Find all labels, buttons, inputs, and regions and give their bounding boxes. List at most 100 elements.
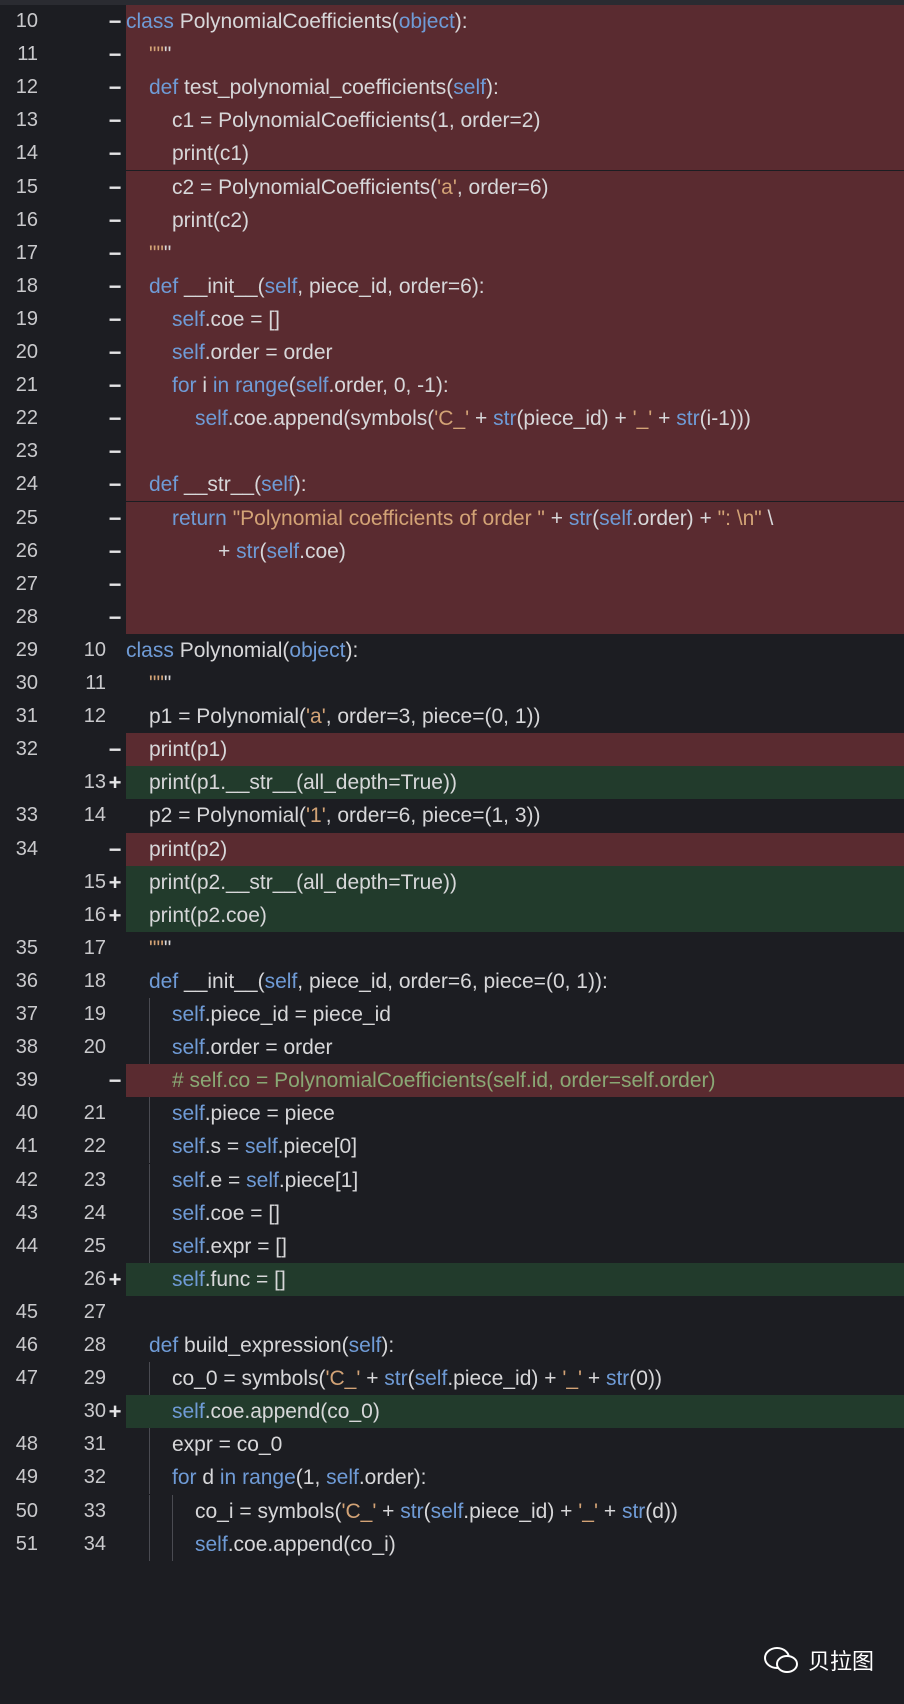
- code-text: print(c1): [126, 137, 904, 171]
- deleted-line: 18 − def __init__(self, piece_id, order=6)…: [0, 269, 904, 303]
- code-text: p1 = Polynomial('a', order=3, piece=(0, …: [149, 705, 541, 729]
- new-line-number: [48, 1064, 106, 1097]
- old-line-number: 22: [15, 407, 38, 430]
- new-line-number: 11: [85, 672, 106, 694]
- deleted-line: 12 − def test_polynomial_coefficients(self…: [0, 71, 904, 105]
- indent-guide: [149, 998, 150, 1032]
- old-line-number: 16: [15, 208, 38, 231]
- code-text: self.coe.append(co_0): [126, 1395, 904, 1429]
- code-text: c1 = PolynomialCoefficients(1, order=2): [126, 104, 904, 138]
- context-line: 46 28 def build_expression(self):: [0, 1329, 904, 1362]
- old-line-number: 25: [15, 506, 38, 529]
- code-text: self.piece = piece: [126, 1097, 904, 1131]
- context-line: 36 18 def __init__(self, piece_id, order=6…: [0, 965, 904, 998]
- code-text: # self.co = PolynomialCoefficients(self.…: [126, 1064, 904, 1098]
- code-text: def build_expression(self):: [149, 1334, 395, 1357]
- old-line-number: 24: [15, 473, 38, 496]
- removed-marker: −: [108, 174, 122, 200]
- old-line-number: 44: [15, 1234, 38, 1257]
- old-line-number: 19: [15, 307, 38, 330]
- code-text: [126, 435, 904, 469]
- code-text: self.expr = []: [126, 1229, 904, 1263]
- old-line-number: 26: [15, 539, 38, 562]
- old-line-number: 38: [15, 1036, 38, 1059]
- removed-marker: −: [108, 836, 122, 862]
- deleted-line: 20 − self.order = order: [0, 336, 904, 370]
- code-text: co_0 = symbols('C_' + str(self.piece_id)…: [126, 1362, 904, 1396]
- context-line: 33 14 p2 = Polynomial('1', order=6, piece=…: [0, 799, 904, 832]
- removed-marker: −: [108, 373, 122, 399]
- removed-marker: −: [108, 108, 122, 134]
- new-line-number: 28: [83, 1334, 106, 1356]
- old-line-number: 51: [15, 1532, 38, 1555]
- code-text: def __str__(self):: [126, 468, 904, 502]
- old-line-number: [0, 1263, 38, 1296]
- new-line-number: [48, 336, 106, 369]
- no-marker: [106, 1362, 124, 1395]
- new-line-number: 26: [83, 1267, 106, 1290]
- no-marker: [106, 1197, 124, 1230]
- no-marker: [106, 1097, 124, 1130]
- new-line-number: [48, 601, 106, 634]
- context-line: 38 20 self.order = order: [0, 1031, 904, 1065]
- no-marker: [106, 1528, 124, 1561]
- new-line-number: 34: [83, 1532, 106, 1555]
- removed-marker: −: [108, 75, 122, 101]
- deleted-line: 23 −: [0, 435, 904, 469]
- new-line-number: 23: [83, 1168, 106, 1191]
- indent-guide: [149, 1494, 150, 1528]
- code-text: def test_polynomial_coefficients(self):: [126, 71, 904, 105]
- no-marker: [106, 1428, 124, 1461]
- code-text: def __init__(self, piece_id, order=6, pi…: [149, 969, 608, 993]
- context-line: 47 29 co_0 = symbols('C_' + str(self.piece…: [0, 1362, 904, 1396]
- old-line-number: 39: [15, 1069, 38, 1092]
- added-marker: +: [108, 1266, 122, 1292]
- removed-marker: −: [108, 207, 122, 233]
- code-text: print(p2): [126, 832, 904, 866]
- context-line: 29 10 class Polynomial(object):: [0, 634, 904, 667]
- context-line: 41 22 self.s = self.piece[0]: [0, 1130, 904, 1164]
- code-text: """: [149, 672, 172, 695]
- deleted-line: 25 − return "Polynomial coefficients of or…: [0, 501, 904, 535]
- old-line-number: 41: [15, 1135, 38, 1158]
- old-line-number: 15: [15, 175, 38, 198]
- context-line: 42 23 self.e = self.piece[1]: [0, 1163, 904, 1197]
- removed-marker: −: [108, 538, 122, 564]
- code-text: print(p1): [126, 733, 904, 767]
- old-line-number: 21: [15, 374, 38, 397]
- new-line-number: [48, 303, 106, 336]
- wechat-icon: [763, 1647, 798, 1673]
- new-line-number: 14: [83, 804, 106, 827]
- old-line-number: 37: [15, 1003, 38, 1025]
- no-marker: [106, 1164, 124, 1197]
- new-line-number: [48, 733, 106, 766]
- added-marker: +: [108, 902, 122, 928]
- code-text: self.func = []: [126, 1262, 904, 1296]
- new-line-number: [48, 402, 106, 435]
- deleted-line: 17 − """: [0, 236, 904, 270]
- removed-marker: −: [108, 571, 122, 597]
- no-marker: [106, 1461, 124, 1494]
- no-marker: [106, 634, 124, 667]
- new-line-number: 18: [83, 969, 106, 992]
- removed-marker: −: [108, 141, 122, 167]
- watermark-text: 贝拉图: [807, 1649, 874, 1674]
- old-line-number: 32: [15, 738, 38, 761]
- added-marker: +: [108, 770, 122, 796]
- code-text: """: [126, 38, 904, 72]
- new-line-number: 30: [83, 1400, 106, 1423]
- watermark: 贝拉图: [763, 1644, 874, 1676]
- old-line-number: [0, 866, 38, 899]
- code-text: print(c2): [126, 203, 904, 237]
- code-text: self.s = self.piece[0]: [126, 1130, 904, 1164]
- removed-marker: −: [108, 604, 122, 630]
- indent-guide: [149, 1097, 150, 1131]
- old-line-number: 27: [15, 572, 38, 595]
- no-marker: [106, 965, 124, 998]
- code-text: co_i = symbols('C_' + str(self.piece_id)…: [126, 1494, 904, 1528]
- old-line-number: 18: [15, 274, 38, 297]
- code-text: """: [149, 936, 172, 960]
- new-line-number: 29: [83, 1367, 106, 1390]
- old-line-number: 11: [17, 43, 38, 66]
